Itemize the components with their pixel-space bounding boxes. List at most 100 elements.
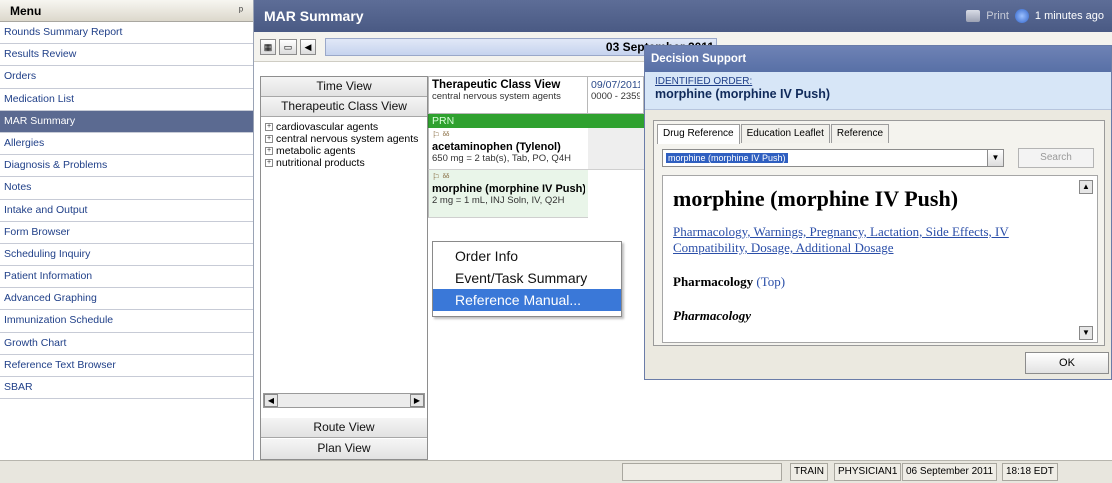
tree-node-label: central nervous system agents (276, 133, 419, 145)
menu-item[interactable]: Reference Text Browser (0, 355, 253, 377)
status-time: 18:18 EDT (1002, 463, 1058, 481)
range-icon[interactable]: ▭ (279, 38, 297, 55)
context-event-task-summary[interactable]: Event/Task Summary (433, 267, 621, 289)
reference-subsection: Pharmacology (673, 308, 751, 323)
dialog-title: Decision Support (645, 46, 1111, 72)
menu-item[interactable]: Scheduling Inquiry (0, 244, 253, 267)
expand-icon[interactable]: + (265, 123, 273, 132)
time-view-button[interactable]: Time View (261, 77, 427, 97)
menu-header: Menu ᵖ (0, 0, 253, 22)
status-user: PHYSICIAN1 (834, 463, 902, 481)
menu-item[interactable]: Results Review (0, 44, 253, 67)
calendar-icon[interactable]: ▦ (260, 38, 276, 55)
prev-date-button[interactable]: ◀ (300, 38, 316, 55)
chevron-down-icon[interactable]: ▼ (987, 150, 1003, 166)
menu-item[interactable]: Notes (0, 177, 253, 200)
context-menu: Order Info Event/Task Summary Reference … (432, 241, 622, 317)
tree-node[interactable]: + cardiovascular agents (265, 121, 427, 133)
refresh-icon[interactable] (1014, 9, 1029, 23)
reference-section: Pharmacology (Top) (673, 274, 1087, 290)
pin-icon[interactable]: ᵖ (239, 5, 243, 17)
view-panel: Time View Therapeutic Class View + cardio… (260, 76, 428, 460)
scroll-right-icon[interactable]: ▶ (410, 394, 424, 407)
decision-support-dialog: Decision Support IDENTIFIED ORDER: morph… (644, 45, 1112, 380)
expand-icon[interactable]: + (265, 147, 273, 156)
scroll-down-icon[interactable]: ▼ (1079, 326, 1093, 340)
med-name: morphine (morphine IV Push) (432, 183, 585, 195)
tree-node[interactable]: + metabolic agents (265, 145, 427, 157)
tab-education-leaflet[interactable]: Education Leaflet (740, 124, 830, 143)
tree-node[interactable]: + nutritional products (265, 157, 427, 169)
expand-icon[interactable]: + (265, 159, 273, 168)
tree-node-label: metabolic agents (276, 145, 356, 157)
menu-item[interactable]: Advanced Graphing (0, 288, 253, 311)
search-button[interactable]: Search (1018, 148, 1094, 168)
route-view-button[interactable]: Route View (261, 418, 427, 438)
med-dose: 2 mg = 1 mL, INJ Soln, IV, Q2H (432, 195, 565, 206)
menu-panel: Menu ᵖ Rounds Summary Report Results Revi… (0, 0, 254, 460)
menu-item[interactable]: Form Browser (0, 222, 253, 244)
reference-content: morphine (morphine IV Push) Pharmacology… (662, 175, 1098, 343)
reference-links[interactable]: Pharmacology, Warnings, Pregnancy, Lacta… (673, 224, 1077, 256)
menu-list: Rounds Summary Report Results Review Order… (0, 22, 253, 400)
grid-header-subtitle: central nervous system agents (432, 91, 561, 102)
menu-item[interactable]: Medication List (0, 89, 253, 111)
refresh-status: 1 minutes ago (1034, 10, 1104, 22)
grid-header-title: Therapeutic Class View (432, 79, 561, 91)
plan-view-button[interactable]: Plan View (261, 439, 427, 459)
tree-node-label: nutritional products (276, 157, 365, 169)
identified-order-name: morphine (morphine IV Push) (655, 87, 831, 101)
menu-title: Menu (10, 3, 42, 18)
med-name: acetaminophen (Tylenol) (432, 141, 561, 153)
page-title: MAR Summary (264, 8, 364, 24)
menu-item[interactable]: Orders (0, 66, 253, 89)
med-cell[interactable] (588, 128, 644, 170)
date-column-time: 0000 - 2359 (591, 91, 640, 102)
menu-item[interactable]: Diagnosis & Problems (0, 155, 253, 178)
horizontal-scrollbar[interactable]: ◀ ▶ (263, 393, 425, 408)
med-dose: 650 mg = 2 tab(s), Tab, PO, Q4H (432, 153, 571, 164)
med-row[interactable]: ⚐ ᵟᵟ morphine (morphine IV Push) 2 mg = … (428, 170, 588, 218)
menu-item[interactable]: MAR Summary (0, 110, 253, 133)
class-tree: + cardiovascular agents + central nervous s… (261, 117, 427, 169)
status-bar: TRAIN PHYSICIAN1 06 September 2011 18:18… (0, 460, 1112, 483)
menu-item[interactable]: Rounds Summary Report (0, 22, 253, 45)
date-column-date: 09/07/2011 (591, 79, 640, 91)
reference-title: morphine (morphine IV Push) (673, 186, 959, 211)
prn-row: PRN (428, 114, 644, 128)
menu-item[interactable]: SBAR (0, 377, 253, 400)
identified-order-label: IDENTIFIED ORDER: (655, 76, 753, 87)
dialog-body: Drug Reference Education Leaflet Referen… (653, 120, 1105, 346)
vertical-scrollbar[interactable]: ▲ ▼ (1079, 180, 1093, 340)
print-icon[interactable] (966, 10, 981, 22)
scroll-up-icon[interactable]: ▲ (1079, 180, 1093, 194)
menu-item[interactable]: Allergies (0, 133, 253, 156)
tab-drug-reference[interactable]: Drug Reference (657, 124, 740, 144)
tree-node[interactable]: + central nervous system agents (265, 133, 427, 145)
drug-select-value: morphine (morphine IV Push) (666, 153, 788, 163)
tab-reference[interactable]: Reference (830, 124, 890, 143)
drug-select[interactable]: morphine (morphine IV Push) ▼ (662, 149, 1004, 167)
menu-item[interactable]: Intake and Output (0, 200, 253, 222)
date-column-header[interactable]: 09/07/2011 0000 - 2359 (588, 76, 644, 114)
status-env: TRAIN (790, 463, 828, 481)
menu-item[interactable]: Patient Information (0, 266, 253, 289)
dialog-tabs: Drug Reference Education Leaflet Referen… (654, 121, 1104, 144)
menu-item[interactable]: Immunization Schedule (0, 310, 253, 333)
status-date: 06 September 2011 (902, 463, 998, 481)
med-row[interactable]: ⚐ ᵟᵟ acetaminophen (Tylenol) 650 mg = 2 … (428, 128, 588, 170)
tree-node-label: cardiovascular agents (276, 121, 379, 133)
ok-button[interactable]: OK (1025, 352, 1109, 374)
section-heading: Pharmacology (673, 274, 754, 289)
context-reference-manual[interactable]: Reference Manual... (433, 289, 621, 311)
title-bar: MAR Summary Print 1 minutes ago (254, 0, 1112, 32)
scroll-left-icon[interactable]: ◀ (264, 394, 278, 407)
print-button[interactable]: Print (986, 10, 1009, 22)
context-order-info[interactable]: Order Info (433, 245, 621, 267)
therapeutic-class-view-button[interactable]: Therapeutic Class View (261, 97, 427, 117)
grid-header: Therapeutic Class View central nervous s… (428, 76, 588, 114)
top-link[interactable]: (Top) (756, 274, 785, 289)
menu-item[interactable]: Growth Chart (0, 333, 253, 355)
identified-order: IDENTIFIED ORDER: morphine (morphine IV … (645, 72, 1111, 110)
expand-icon[interactable]: + (265, 135, 273, 144)
